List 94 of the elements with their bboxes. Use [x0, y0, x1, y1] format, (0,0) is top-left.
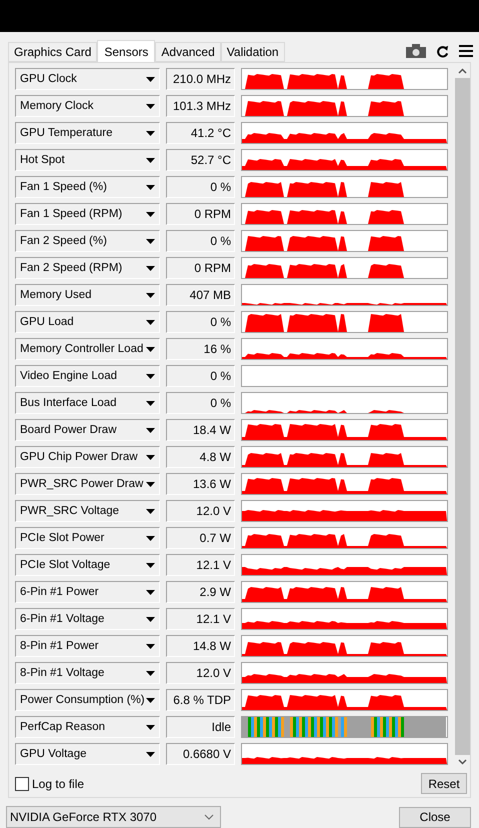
sensor-selector[interactable]: Power Consumption (%)	[15, 689, 160, 711]
sensor-selector[interactable]: Bus Interface Load	[15, 392, 160, 414]
sensor-value: 0 %	[166, 230, 235, 252]
sensor-selector[interactable]: GPU Chip Power Draw	[15, 446, 160, 468]
sensor-selector[interactable]: Memory Clock	[15, 95, 160, 117]
sensor-selector[interactable]: PCIe Slot Voltage	[15, 554, 160, 576]
sensor-value: 0.6680 V	[166, 743, 235, 765]
tab[interactable]: Graphics Card	[8, 42, 98, 62]
sensor-value: 407 MB	[166, 284, 235, 306]
sensor-value: 0 %	[166, 176, 235, 198]
sensor-value: 12.1 V	[166, 554, 235, 576]
sensor-value: 4.8 W	[166, 446, 235, 468]
caret-icon	[146, 536, 155, 540]
caret-icon	[146, 616, 155, 622]
caret-icon	[146, 346, 155, 352]
sensor-selector[interactable]: GPU Clock	[15, 68, 160, 90]
sensor-selector[interactable]: GPU Temperature	[15, 122, 160, 144]
tab[interactable]: Validation	[220, 42, 285, 62]
caret-icon	[146, 508, 155, 514]
sensor-selector[interactable]: PWR_SRC Voltage	[15, 500, 160, 522]
sensor-selector[interactable]: Fan 1 Speed (RPM)	[15, 203, 160, 225]
sensor-selector[interactable]: Video Engine Load	[15, 365, 160, 387]
camera-icon[interactable]	[406, 44, 426, 58]
sensor-value: 210.0 MHz	[166, 68, 235, 90]
caret-icon	[146, 320, 155, 324]
caret-icon	[146, 184, 155, 190]
sensor-value: 18.4 W	[166, 419, 235, 441]
sensor-value: 101.3 MHz	[166, 95, 235, 117]
sensor-value: 0 RPM	[166, 203, 235, 225]
sensor-selector[interactable]: Board Power Draw	[15, 419, 160, 441]
sensor-selector[interactable]: PerfCap Reason	[15, 716, 160, 738]
menu-icon[interactable]	[459, 45, 473, 57]
caret-icon	[146, 130, 155, 136]
caret-icon	[146, 292, 155, 298]
caret-icon	[146, 266, 155, 270]
sensor-value: 12.0 V	[166, 662, 235, 684]
caret-icon	[146, 238, 155, 244]
sensor-value: 41.2 °C	[166, 122, 235, 144]
tab[interactable]: Advanced	[155, 42, 221, 62]
caret-icon	[146, 158, 155, 162]
sensor-value: 2.9 W	[166, 581, 235, 603]
refresh-icon[interactable]	[436, 44, 449, 58]
chevron-down-icon	[204, 814, 214, 820]
sensor-value: 14.8 W	[166, 635, 235, 657]
reset-button[interactable]: Reset	[421, 773, 467, 794]
sensor-selector[interactable]: PCIe Slot Power	[15, 527, 160, 549]
device-dropdown[interactable]: NVIDIA GeForce RTX 3070	[6, 806, 221, 828]
sensor-value: 0 RPM	[166, 257, 235, 279]
caret-icon	[146, 104, 155, 108]
checkbox[interactable]	[15, 776, 29, 790]
sensor-selector[interactable]: PWR_SRC Power Draw	[15, 473, 160, 495]
scroll-up-icon[interactable]	[458, 68, 467, 74]
sensor-value: 52.7 °C	[166, 149, 235, 171]
sensor-value: 16 %	[166, 338, 235, 360]
caret-icon	[146, 454, 155, 460]
caret-icon	[146, 400, 155, 406]
caret-icon	[146, 590, 155, 594]
caret-icon	[146, 752, 155, 756]
sensor-value: 0.7 W	[166, 527, 235, 549]
sensor-selector[interactable]: Hot Spot	[15, 149, 160, 171]
scrollbar-thumb[interactable]	[454, 78, 470, 755]
caret-icon	[146, 212, 155, 216]
sensor-selector[interactable]: 6-Pin #1 Voltage	[15, 608, 160, 630]
sensor-value: 6.8 % TDP	[166, 689, 235, 711]
caret-icon	[146, 562, 155, 568]
sensor-value: Idle	[166, 716, 235, 738]
caret-icon	[146, 374, 155, 378]
sensor-selector[interactable]: GPU Load	[15, 311, 160, 333]
sensor-selector[interactable]: 8-Pin #1 Voltage	[15, 662, 160, 684]
sensor-selector[interactable]: Fan 2 Speed (RPM)	[15, 257, 160, 279]
caret-icon	[146, 698, 155, 702]
caret-icon	[146, 482, 155, 486]
caret-icon	[146, 428, 155, 432]
tab[interactable]: Sensors	[97, 40, 156, 63]
sensor-value: 0 %	[166, 392, 235, 414]
close-button[interactable]: Close	[399, 806, 471, 828]
sensor-value: 0 %	[166, 365, 235, 387]
sensor-selector[interactable]: Memory Controller Load	[15, 338, 160, 360]
sensor-value: 13.6 W	[166, 473, 235, 495]
caret-icon	[146, 76, 155, 82]
sensor-selector[interactable]: GPU Voltage	[15, 743, 160, 765]
caret-icon	[146, 670, 155, 676]
sensor-value: 12.0 V	[166, 500, 235, 522]
caret-icon	[146, 644, 155, 648]
caret-icon	[146, 724, 155, 730]
checkbox-label: Log to file	[32, 776, 84, 790]
scroll-down-icon[interactable]	[458, 759, 467, 765]
sensor-selector[interactable]: Fan 2 Speed (%)	[15, 230, 160, 252]
sensor-selector[interactable]: 6-Pin #1 Power	[15, 581, 160, 603]
sensor-selector[interactable]: 8-Pin #1 Power	[15, 635, 160, 657]
sensor-selector[interactable]: Memory Used	[15, 284, 160, 306]
sensor-selector[interactable]: Fan 1 Speed (%)	[15, 176, 160, 198]
sensor-value: 0 %	[166, 311, 235, 333]
sensor-value: 12.1 V	[166, 608, 235, 630]
